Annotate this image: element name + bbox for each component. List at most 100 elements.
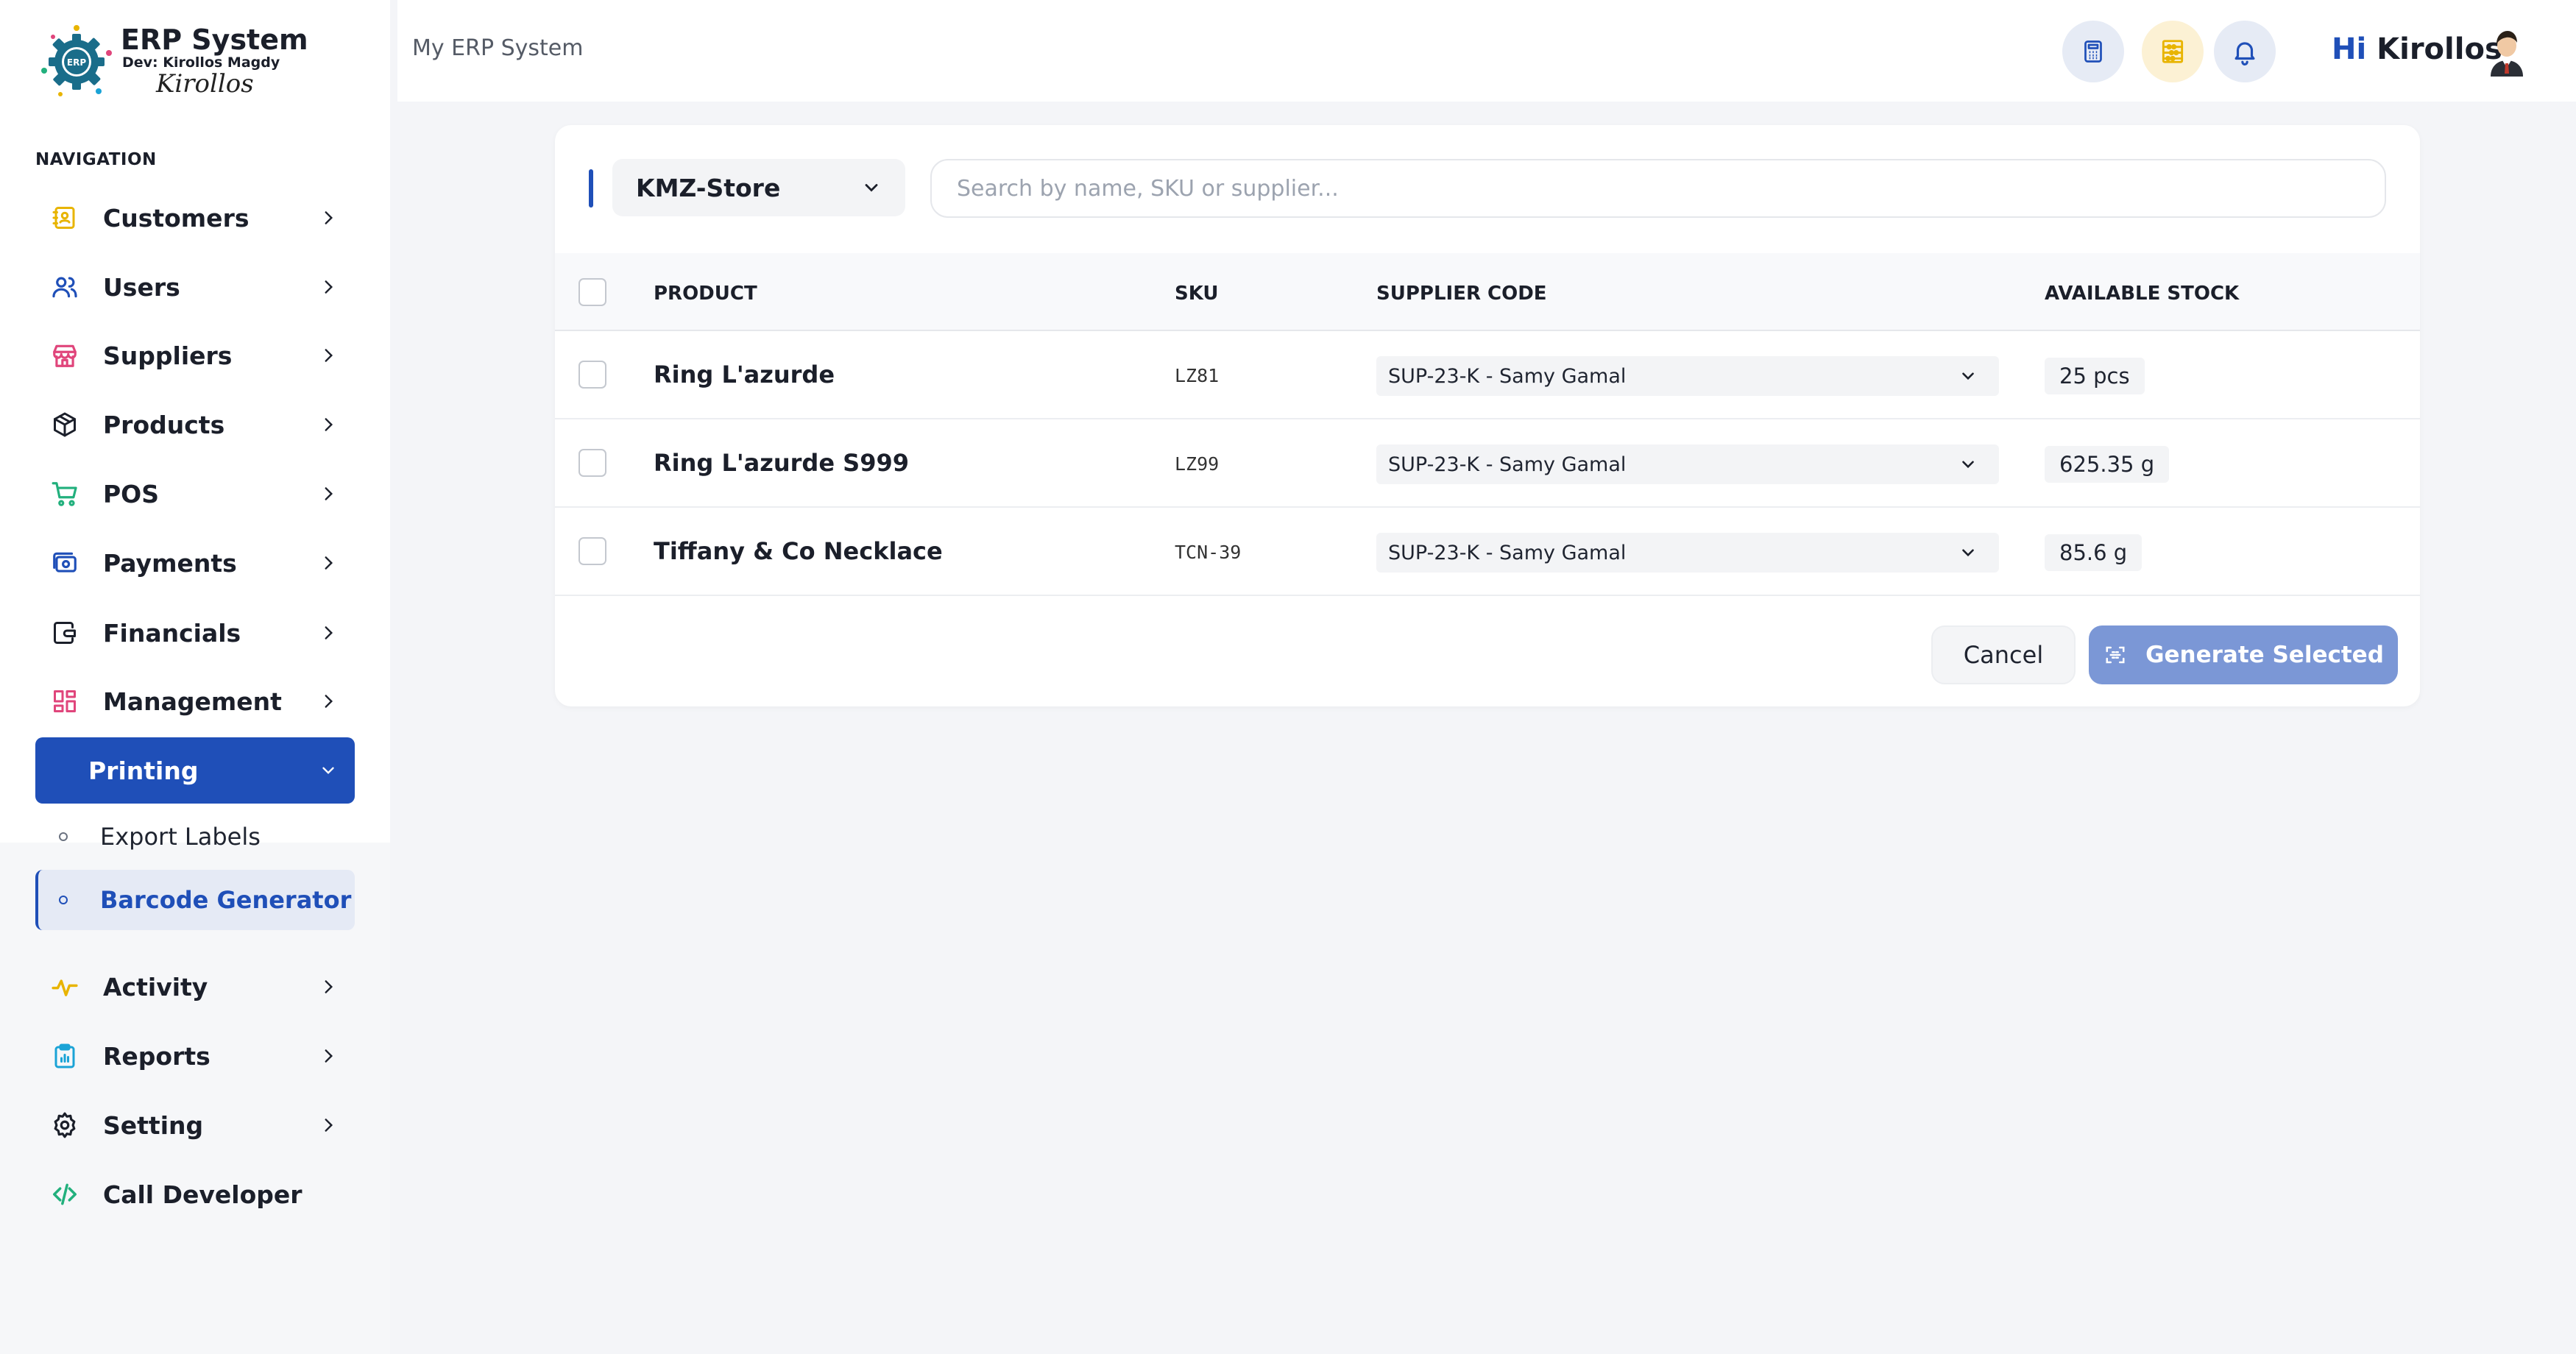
sidebar-item-label: Suppliers xyxy=(103,341,233,370)
generate-selected-label: Generate Selected xyxy=(2145,642,2384,668)
sidebar-item-label: Financials xyxy=(103,618,241,648)
search-input[interactable] xyxy=(930,159,2386,218)
table-row[interactable]: Ring L'azurde S999 LZ99 SUP-23-K - Samy … xyxy=(555,419,2420,508)
app-developer: Dev: Kirollos Magdy xyxy=(122,54,280,71)
row-checkbox[interactable] xyxy=(578,449,606,477)
row-checkbox[interactable] xyxy=(578,361,606,389)
row-checkbox[interactable] xyxy=(578,537,606,565)
sidebar-item-users[interactable]: Users xyxy=(35,254,355,320)
gear-logo-icon: ERP xyxy=(41,25,112,96)
bullet-icon xyxy=(59,896,68,904)
developer-signature: Kirollos xyxy=(156,69,254,99)
sidebar-item-customers[interactable]: Customers xyxy=(35,185,355,251)
column-header-supplier-code[interactable]: SUPPLIER CODE xyxy=(1376,283,1547,305)
sidebar-item-management[interactable]: Management xyxy=(35,668,355,734)
users-icon xyxy=(49,271,81,303)
supplier-select[interactable]: SUP-23-K - Samy Gamal xyxy=(1376,444,1999,484)
sidebar-item-pos[interactable]: POS xyxy=(35,461,355,527)
sidebar-item-products[interactable]: Products xyxy=(35,391,355,458)
generate-selected-button[interactable]: Generate Selected xyxy=(2089,625,2398,684)
gear-icon xyxy=(49,1109,81,1141)
sidebar-item-financials[interactable]: Financials xyxy=(35,600,355,666)
calculator-icon xyxy=(2084,40,2102,63)
sidebar-item-label: Management xyxy=(103,687,282,716)
subitem-label: Export Labels xyxy=(100,823,261,851)
table-row[interactable]: Tiffany & Co Necklace TCN-39 SUP-23-K - … xyxy=(555,508,2420,596)
chevron-down-icon xyxy=(1956,364,1980,388)
brand-logo[interactable]: ERP ERP System Dev: Kirollos Magdy Kirol… xyxy=(35,21,308,109)
accent-bar xyxy=(589,169,593,208)
sidebar-item-activity[interactable]: Activity xyxy=(35,954,355,1020)
logo-text: ERP xyxy=(67,57,86,68)
sidebar-item-label: Setting xyxy=(103,1110,204,1140)
column-header-product[interactable]: PRODUCT xyxy=(654,283,757,305)
bell-icon xyxy=(2234,42,2255,65)
store-select[interactable]: KMZ-Store xyxy=(612,159,905,216)
product-sku: LZ99 xyxy=(1175,453,1220,475)
box-icon xyxy=(49,408,81,441)
stock-badge: 85.6 g xyxy=(2045,534,2142,571)
sidebar-item-suppliers[interactable]: Suppliers xyxy=(35,322,355,389)
wallet-icon xyxy=(49,617,81,649)
supplier-select[interactable]: SUP-23-K - Samy Gamal xyxy=(1376,356,1999,396)
subitem-barcode-generator[interactable]: Barcode Generator xyxy=(35,870,355,930)
store-select-value: KMZ-Store xyxy=(636,173,781,202)
table-row[interactable]: Ring L'azurde LZ81 SUP-23-K - Samy Gamal… xyxy=(555,331,2420,419)
chevron-down-icon xyxy=(1956,453,1980,476)
chevron-right-icon xyxy=(315,1043,342,1069)
user-greeting[interactable]: Hi Kirollos xyxy=(2332,32,2502,66)
sidebar-item-printing[interactable]: Printing xyxy=(35,737,355,804)
sidebar-item-call-developer[interactable]: Call Developer xyxy=(35,1161,355,1227)
supplier-select-value: SUP-23-K - Samy Gamal xyxy=(1388,364,1627,388)
product-name: Ring L'azurde xyxy=(654,361,835,389)
product-name: Tiffany & Co Necklace xyxy=(654,537,943,565)
column-header-available-stock[interactable]: AVAILABLE STOCK xyxy=(2045,283,2239,305)
abacus-icon xyxy=(2162,40,2184,63)
chevron-right-icon xyxy=(315,342,342,369)
supplier-select-value: SUP-23-K - Samy Gamal xyxy=(1388,453,1627,476)
avatar[interactable] xyxy=(2483,24,2530,77)
sidebar-item-label: Users xyxy=(103,272,180,302)
product-sku: TCN-39 xyxy=(1175,542,1242,563)
notifications-button[interactable] xyxy=(2214,21,2276,82)
chevron-right-icon xyxy=(315,550,342,576)
abacus-button[interactable] xyxy=(2142,21,2204,82)
stock-badge: 25 pcs xyxy=(2045,358,2145,394)
chevron-right-icon xyxy=(315,411,342,438)
product-sku: LZ81 xyxy=(1175,365,1220,386)
supplier-select-value: SUP-23-K - Samy Gamal xyxy=(1388,541,1627,564)
chevron-right-icon xyxy=(315,688,342,715)
app-title: ERP System xyxy=(121,24,308,56)
chevron-right-icon xyxy=(315,481,342,507)
sidebar-item-payments[interactable]: Payments xyxy=(35,530,355,596)
chevron-right-icon xyxy=(315,205,342,231)
top-header: My ERP System Hi Kirollos xyxy=(397,0,2576,102)
store-icon xyxy=(49,339,81,372)
activity-icon xyxy=(49,971,81,1003)
dashboard-icon xyxy=(49,685,81,717)
sidebar-item-label: Products xyxy=(103,410,225,439)
greeting-hi: Hi xyxy=(2332,32,2367,66)
table-header: PRODUCT SKU SUPPLIER CODE AVAILABLE STOC… xyxy=(555,253,2420,331)
stock-badge: 625.35 g xyxy=(2045,446,2170,483)
nav-heading: NAVIGATION xyxy=(35,150,157,169)
payments-icon xyxy=(49,547,81,579)
scan-icon xyxy=(2103,642,2128,667)
supplier-select[interactable]: SUP-23-K - Samy Gamal xyxy=(1376,533,1999,573)
select-all-checkbox[interactable] xyxy=(578,278,606,306)
cart-icon xyxy=(49,478,81,510)
clipboard-icon xyxy=(49,1040,81,1072)
calculator-button[interactable] xyxy=(2062,21,2124,82)
subitem-export-labels[interactable]: Export Labels xyxy=(35,807,355,867)
sidebar-item-reports[interactable]: Reports xyxy=(35,1023,355,1089)
column-header-sku[interactable]: SKU xyxy=(1175,283,1219,305)
sidebar-item-label: Reports xyxy=(103,1041,210,1071)
barcode-generator-card: KMZ-Store PRODUCT SKU SUPPLIER CODE AVAI… xyxy=(555,125,2420,706)
code-icon xyxy=(49,1178,81,1211)
sidebar-item-label: Printing xyxy=(88,756,199,785)
chevron-right-icon xyxy=(315,974,342,1000)
sidebar-item-label: Payments xyxy=(103,548,237,578)
chevron-down-icon xyxy=(315,757,342,784)
sidebar-item-setting[interactable]: Setting xyxy=(35,1092,355,1158)
cancel-button[interactable]: Cancel xyxy=(1931,625,2076,684)
